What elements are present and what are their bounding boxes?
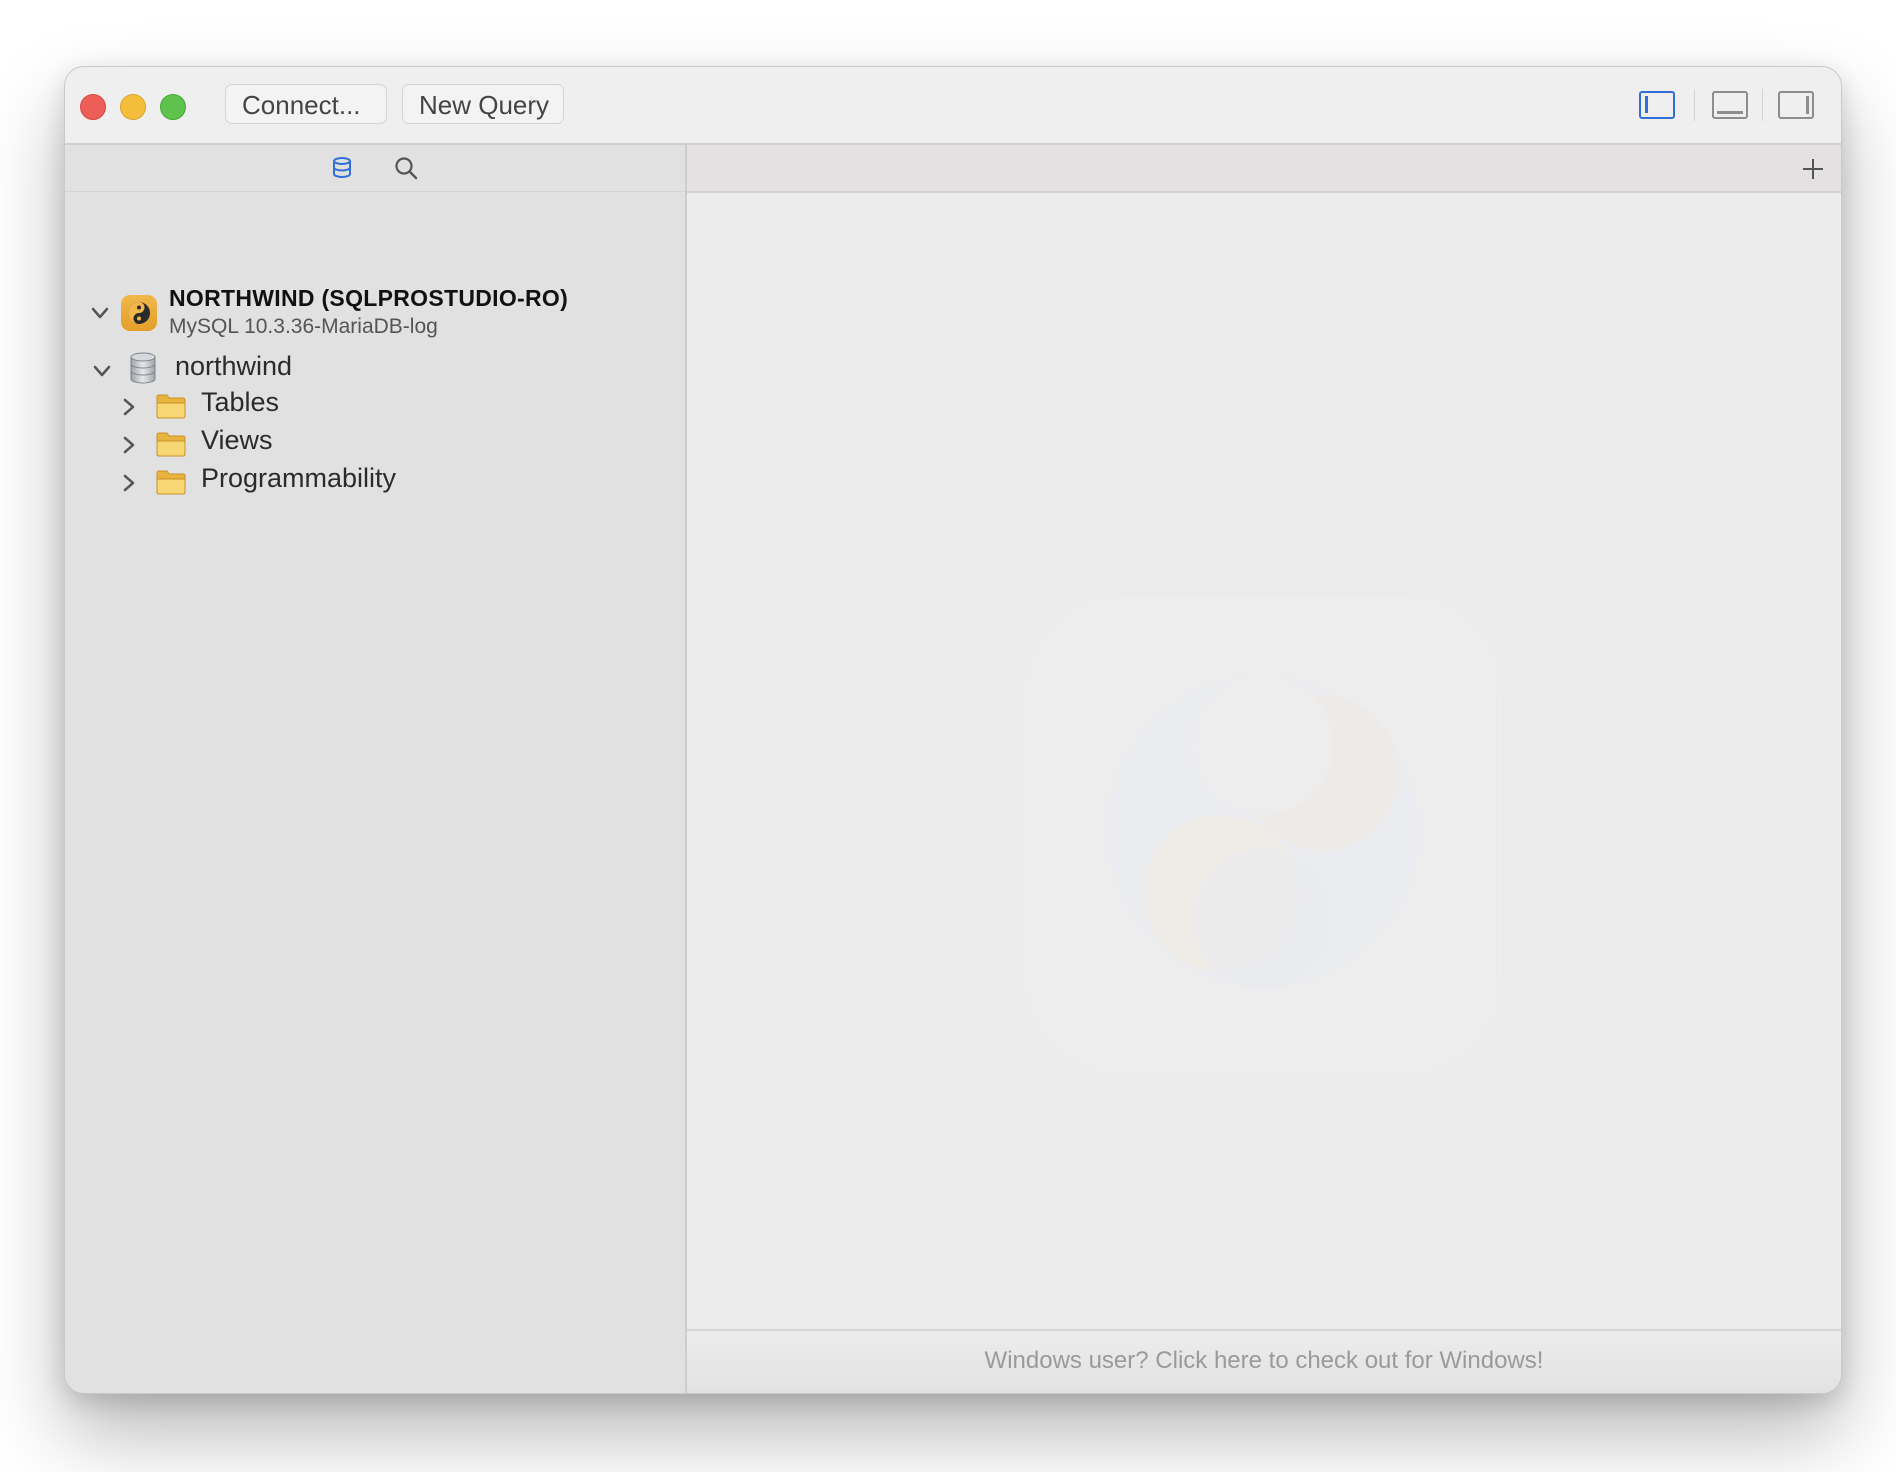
database-cylinder-icon bbox=[130, 352, 156, 384]
chevron-right-icon[interactable] bbox=[119, 435, 139, 455]
footer-bar: Windows user? Click here to check out fo… bbox=[687, 1329, 1841, 1393]
connection-title: NORTHWIND (SQLPROSTUDIO-RO) bbox=[169, 285, 569, 311]
connect-button[interactable]: Connect... bbox=[225, 84, 387, 124]
toolbar-divider bbox=[1762, 89, 1763, 121]
connection-node[interactable]: NORTHWIND (SQLPROSTUDIO-RO) MySQL 10.3.3… bbox=[65, 285, 685, 345]
sidebar-left-icon[interactable] bbox=[1639, 91, 1675, 119]
chevron-right-icon[interactable] bbox=[119, 473, 139, 493]
sidebar: NORTHWIND (SQLPROSTUDIO-RO) MySQL 10.3.3… bbox=[65, 145, 687, 1393]
title-bar: Connect... New Query bbox=[65, 67, 1841, 145]
sidebar-tabs bbox=[65, 145, 685, 192]
database-node[interactable]: northwind bbox=[65, 349, 685, 387]
new-query-button[interactable]: New Query bbox=[402, 84, 564, 124]
minimize-window-button[interactable] bbox=[120, 94, 146, 120]
search-icon[interactable] bbox=[393, 155, 419, 181]
folder-label: Views bbox=[201, 425, 273, 455]
folder-label: Programmability bbox=[201, 463, 397, 493]
chevron-right-icon[interactable] bbox=[119, 397, 139, 417]
toolbar-divider bbox=[1694, 89, 1695, 121]
folder-row-programmability[interactable]: Programmability bbox=[65, 463, 685, 501]
app-window: Connect... New Query NORTHWIND (SQLPROST… bbox=[64, 66, 1842, 1394]
chevron-down-icon[interactable] bbox=[92, 361, 112, 381]
database-icon[interactable] bbox=[329, 155, 355, 181]
plus-icon[interactable] bbox=[1799, 155, 1827, 183]
close-window-button[interactable] bbox=[80, 94, 106, 120]
query-tab-bar bbox=[687, 145, 1841, 193]
connection-subtitle: MySQL 10.3.36-MariaDB-log bbox=[169, 315, 438, 338]
chevron-down-icon[interactable] bbox=[90, 303, 110, 323]
app-logo-watermark bbox=[1023, 595, 1503, 1075]
folder-label: Tables bbox=[201, 387, 280, 417]
folder-icon bbox=[156, 470, 186, 495]
folder-icon bbox=[156, 394, 186, 419]
main-content: Windows user? Click here to check out fo… bbox=[687, 145, 1841, 1393]
folder-row-views[interactable]: Views bbox=[65, 425, 685, 463]
database-name: northwind bbox=[175, 351, 293, 381]
sidebar-right-icon[interactable] bbox=[1778, 91, 1814, 119]
folder-icon bbox=[156, 432, 186, 457]
panel-bottom-icon[interactable] bbox=[1712, 91, 1748, 119]
zoom-window-button[interactable] bbox=[160, 94, 186, 120]
folder-row-tables[interactable]: Tables bbox=[65, 387, 685, 425]
sqlpro-logo-icon bbox=[121, 295, 157, 331]
windows-promo-link[interactable]: Windows user? Click here to check out fo… bbox=[985, 1347, 1544, 1374]
